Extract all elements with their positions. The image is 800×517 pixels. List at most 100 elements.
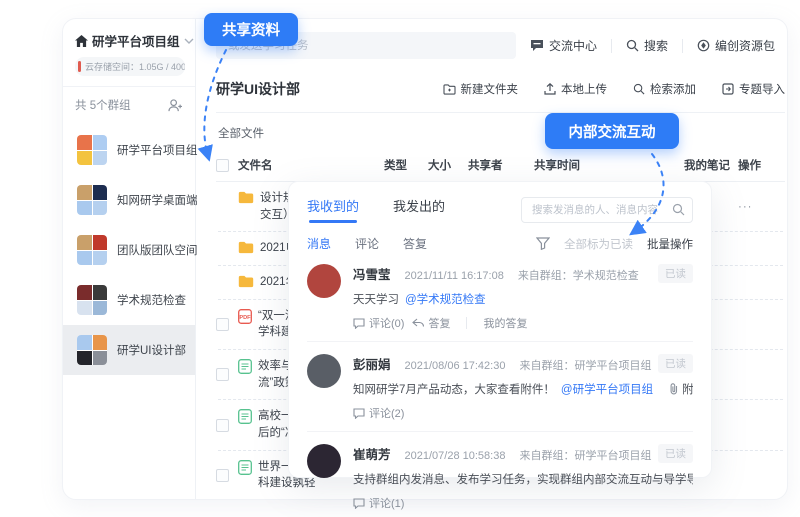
message-item[interactable]: 彭丽娟 2021/08/06 17:42:30 来自群组：研学平台项目组 知网研… — [307, 342, 693, 432]
topic-import-button[interactable]: 专题导入 — [722, 81, 785, 97]
sidebar-group-academic-check[interactable]: 学术规范检查 — [63, 275, 195, 325]
reply-button[interactable]: 答复 — [412, 315, 450, 331]
callout-internal-interaction: 内部交流互动 — [545, 113, 679, 149]
col-type: 类型 — [384, 157, 422, 173]
mention-link[interactable]: @学术规范检查 — [405, 291, 486, 307]
group-name: 知网研学桌面端 — [117, 192, 198, 208]
col-size: 大小 — [428, 157, 462, 173]
chat-center-label: 交流中心 — [549, 37, 597, 54]
row-checkbox[interactable] — [216, 419, 229, 432]
group-list: 研学平台项目组 知网研学桌面端 团队版团队空间 — [63, 125, 195, 375]
subtab-comment[interactable]: 评论 — [355, 235, 379, 252]
paperclip-icon — [669, 383, 679, 395]
pdf-file-icon: PDF — [238, 309, 252, 324]
batch-operation-button[interactable]: 批量操作 — [647, 236, 693, 252]
col-note: 我的笔记 — [684, 157, 732, 173]
document-file-icon — [238, 460, 252, 475]
new-folder-icon — [443, 84, 456, 95]
read-status-badge: 已读 — [658, 354, 693, 373]
message-time: 2021/11/11 16:17:08 — [405, 270, 504, 282]
row-more-button[interactable]: ··· — [738, 201, 774, 213]
search-icon — [626, 39, 639, 52]
group-avatar — [77, 185, 107, 215]
message-center-panel: 我收到的 我发出的 消息 评论 答复 全部标为已读 批量操作 — [288, 181, 712, 478]
message-search-input[interactable] — [521, 197, 693, 223]
storage-progress — [78, 61, 81, 72]
group-name: 研学平台项目组 — [117, 142, 198, 158]
folder-icon — [238, 191, 254, 204]
row-checkbox[interactable] — [216, 368, 229, 381]
mark-all-read-button[interactable]: 全部标为已读 — [564, 236, 633, 252]
folder-icon — [238, 241, 254, 254]
comment-icon — [353, 318, 365, 329]
all-files-filter[interactable]: 全部文件 — [218, 125, 785, 141]
filter-icon[interactable] — [536, 237, 550, 250]
reply-icon — [412, 318, 424, 328]
divider — [466, 317, 467, 329]
svg-text:PDF: PDF — [239, 315, 251, 321]
row-checkbox[interactable] — [216, 318, 229, 331]
read-status-badge: 已读 — [658, 264, 693, 283]
search-button[interactable]: 搜索 — [612, 37, 682, 54]
sidebar-group-team-space[interactable]: 团队版团队空间 — [63, 225, 195, 275]
local-upload-button[interactable]: 本地上传 — [544, 81, 607, 97]
group-page-title: 研学UI设计部 — [216, 79, 300, 99]
sender-name: 彭丽娟 — [353, 354, 391, 373]
my-replies-button[interactable]: 我的答复 — [483, 315, 527, 331]
sidebar-group-yanxue-platform[interactable]: 研学平台项目组 — [63, 125, 195, 175]
sidebar-group-desktop[interactable]: 知网研学桌面端 — [63, 175, 195, 225]
document-file-icon — [238, 359, 252, 374]
search-icon[interactable] — [672, 203, 685, 216]
storage-quota: 云存储空间：1.05G / 400G — [75, 57, 185, 76]
message-time: 2021/07/28 10:58:38 — [405, 450, 506, 462]
sender-name: 冯雪莹 — [353, 264, 391, 283]
group-name: 学术规范检查 — [117, 292, 186, 308]
new-folder-label: 新建文件夹 — [461, 81, 519, 97]
comment-button[interactable]: 评论(0) — [353, 315, 404, 331]
col-sharer: 共享者 — [468, 157, 528, 173]
attachment-link[interactable]: 附件 — [669, 381, 693, 397]
chat-center-button[interactable]: 交流中心 — [516, 37, 611, 54]
topic-import-label: 专题导入 — [739, 81, 785, 97]
sidebar-group-ui-design[interactable]: 研学UI设计部 — [63, 325, 195, 375]
message-text: 知网研学7月产品动态，大家查看附件！ — [353, 381, 555, 397]
file-toolbar: 新建文件夹 本地上传 检索添加 — [443, 81, 786, 97]
callout-shared-materials: 共享资料 — [204, 13, 298, 46]
message-text: 支持群组内发消息、发布学习任务，实现群组内部交流互动与导学导研 — [353, 471, 693, 487]
tab-received[interactable]: 我收到的 — [307, 196, 359, 223]
subtab-message[interactable]: 消息 — [307, 235, 331, 252]
group-count-label: 共 5个群组 — [75, 97, 131, 113]
document-file-icon — [238, 409, 252, 424]
import-icon — [722, 83, 734, 95]
message-item[interactable]: 崔萌芳 2021/07/28 10:58:38 来自群组：研学平台项目组 支持群… — [307, 432, 693, 517]
message-text: 天天学习 — [353, 291, 399, 307]
sidebar: 研学平台项目组 云存储空间：1.05G / 400G 共 5个群组 — [63, 19, 196, 499]
mention-link[interactable]: @研学平台项目组 — [561, 381, 653, 397]
comment-button[interactable]: 评论(1) — [353, 495, 404, 511]
select-all-checkbox[interactable] — [216, 159, 229, 172]
resource-pack-button[interactable]: 编创资源包 — [683, 37, 788, 54]
tab-sent[interactable]: 我发出的 — [393, 196, 445, 223]
folder-icon — [238, 275, 254, 288]
workspace-switcher[interactable]: 研学平台项目组 — [63, 31, 195, 50]
read-status-badge: 已读 — [658, 444, 693, 463]
subtab-reply[interactable]: 答复 — [403, 235, 427, 252]
avatar — [307, 264, 341, 298]
page: 研学平台项目组 云存储空间：1.05G / 400G 共 5个群组 — [0, 0, 800, 517]
divider — [216, 112, 785, 113]
retrieve-add-button[interactable]: 检索添加 — [633, 81, 696, 97]
file-table-header: 文件名 类型 大小 共享者 共享时间 我的笔记 操作 — [216, 151, 785, 182]
group-avatar — [77, 235, 107, 265]
message-item[interactable]: 冯雪莹 2021/11/11 16:17:08 来自群组：学术规范检查 天天学习… — [307, 252, 693, 342]
group-name: 研学UI设计部 — [117, 342, 186, 358]
group-avatar — [77, 335, 107, 365]
chevron-down-icon[interactable] — [184, 38, 194, 44]
new-folder-button[interactable]: 新建文件夹 — [443, 81, 519, 97]
message-time: 2021/08/06 17:42:30 — [405, 360, 506, 372]
message-source: 来自群组：学术规范检查 — [518, 267, 639, 283]
comment-button[interactable]: 评论(2) — [353, 405, 404, 421]
row-checkbox[interactable] — [216, 469, 229, 482]
avatar — [307, 444, 341, 478]
add-member-icon[interactable] — [168, 99, 183, 112]
group-name: 团队版团队空间 — [117, 242, 198, 258]
